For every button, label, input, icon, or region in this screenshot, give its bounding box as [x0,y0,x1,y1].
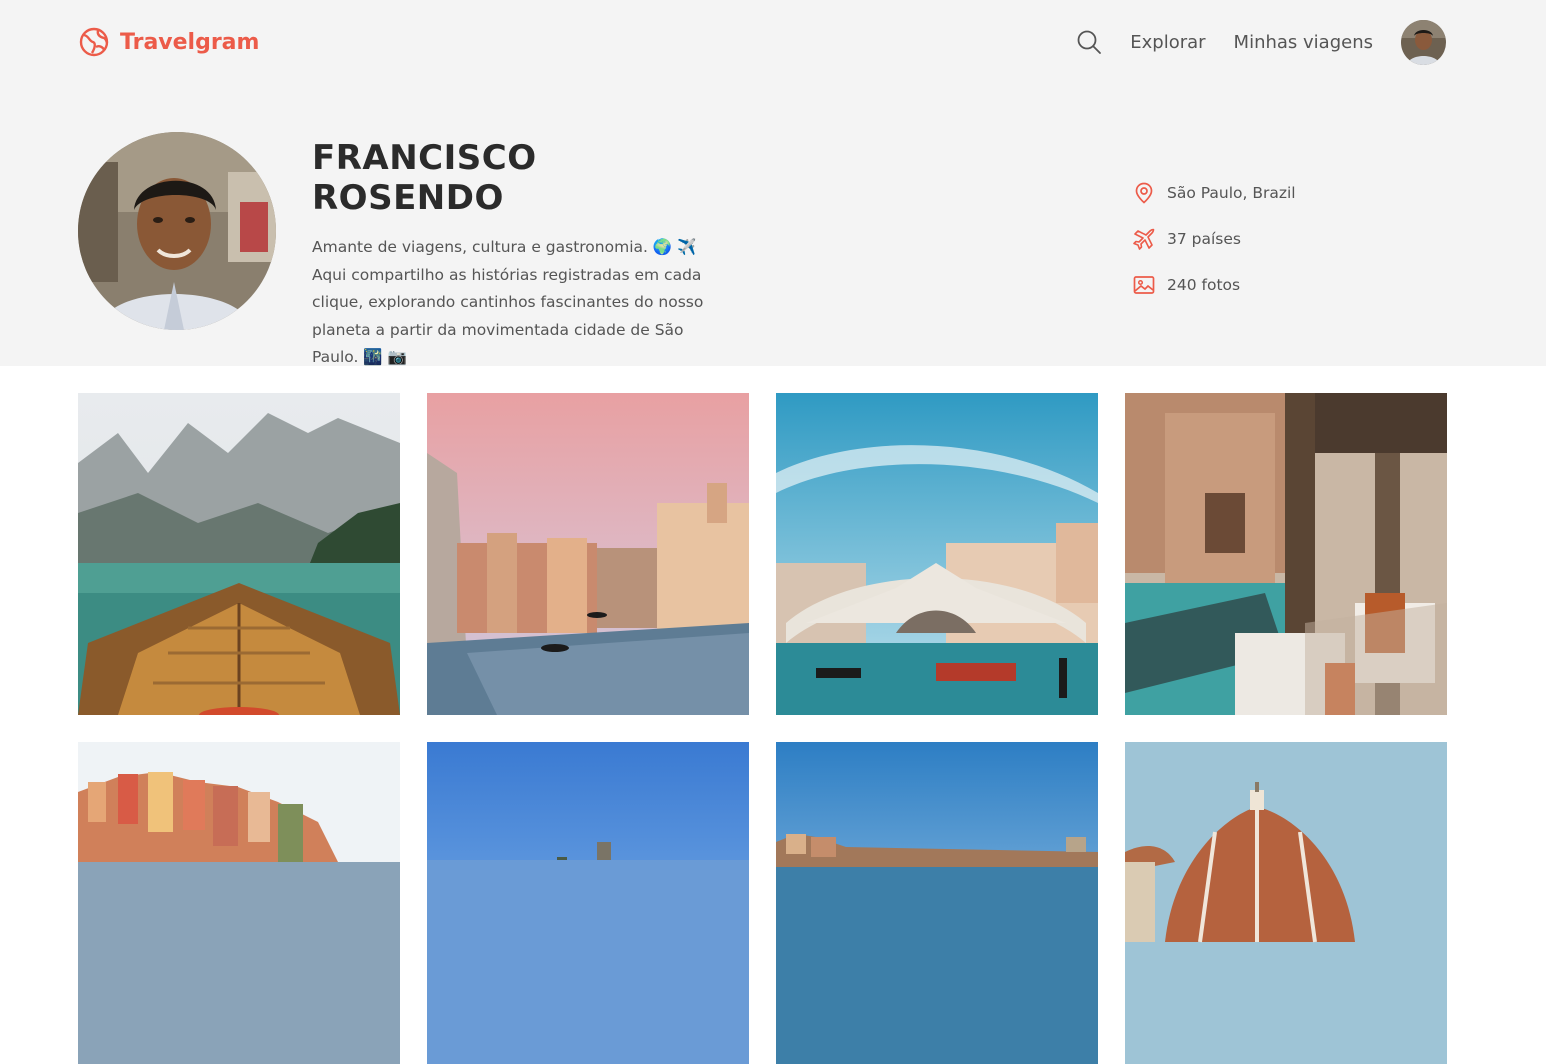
profile-photo [78,132,276,330]
gallery-photo-venice-canal[interactable] [427,393,749,715]
gallery-photo-harbor-town[interactable] [776,742,1098,1064]
gallery-photo-blue-sky-tower[interactable] [427,742,749,1064]
brand-logo[interactable]: Travelgram [78,26,259,58]
stat-photos-text: 240 fotos [1167,276,1241,294]
photo-gallery [78,393,1447,1064]
user-avatar[interactable] [1401,19,1446,65]
stat-countries: 37 países [1132,226,1296,252]
navbar: Travelgram Explorar Minhas viagens [78,19,1446,65]
location-pin-icon [1135,182,1153,204]
gallery-photo-lake-boat[interactable] [78,393,400,715]
stat-photos: 240 fotos [1132,272,1296,298]
plane-icon [1133,228,1155,250]
gallery-photo-florence-dome[interactable] [1125,742,1447,1064]
gallery-photo-rialto-bridge[interactable] [776,393,1098,715]
profile-section: FRANCISCO ROSENDO Amante de viagens, cul… [78,132,732,372]
profile-header: Travelgram Explorar Minhas viagens FRANC… [0,0,1546,366]
nav-link-minhas-viagens[interactable]: Minhas viagens [1234,32,1373,53]
stat-location: São Paulo, Brazil [1132,180,1296,206]
gallery-photo-cinque-terre[interactable] [78,742,400,1064]
nav-link-explorar[interactable]: Explorar [1130,32,1205,53]
stat-countries-text: 37 países [1167,230,1241,248]
brand-name: Travelgram [120,29,260,55]
profile-stats: São Paulo, Brazil 37 países 240 fotos [1132,180,1296,298]
profile-bio: Amante de viagens, cultura e gastronomia… [312,238,704,366]
search-icon[interactable] [1076,29,1102,55]
gallery-photo-venice-restaurant[interactable] [1125,393,1447,715]
image-icon [1133,276,1155,294]
profile-name: FRANCISCO ROSENDO [312,138,537,218]
globe-icon [79,27,109,57]
stat-location-text: São Paulo, Brazil [1167,184,1296,202]
